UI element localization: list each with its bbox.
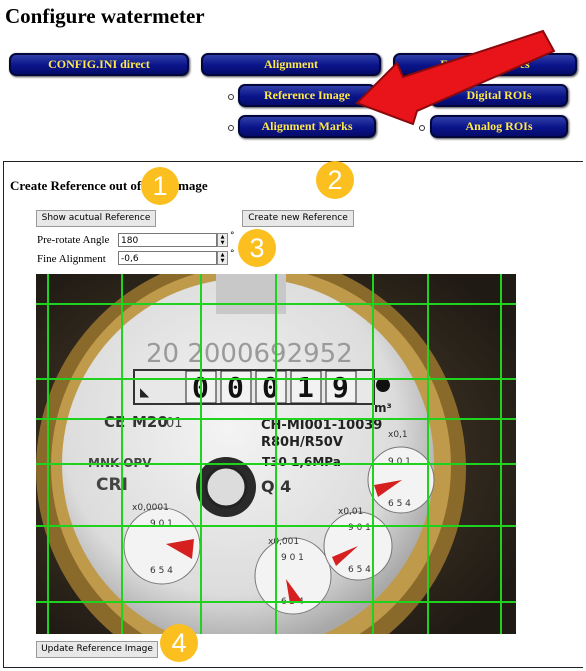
meter-temp-pressure: T30 1,6MPa bbox=[262, 455, 341, 469]
dial-label-0001: x0,0001 bbox=[132, 503, 169, 513]
step-badge-4: 4 bbox=[160, 624, 198, 662]
meter-model: CH-MI001-10039 bbox=[261, 418, 382, 433]
bullet-icon bbox=[228, 125, 234, 131]
counter-icon: ◣ bbox=[140, 385, 150, 399]
bullet-icon bbox=[419, 125, 425, 131]
step-badge-1: 1 bbox=[141, 167, 179, 205]
meter-unit: m³ bbox=[374, 401, 392, 415]
page-title: Configure watermeter bbox=[5, 4, 205, 28]
degree-symbol: ° bbox=[230, 231, 235, 241]
counter-digit-5: 9 bbox=[332, 371, 349, 404]
counter-digit-2: 0 bbox=[227, 371, 244, 404]
meter-size: M20 bbox=[132, 413, 168, 431]
create-reference-button[interactable]: Create new Reference bbox=[242, 210, 354, 227]
show-reference-button[interactable]: Show acutual Reference bbox=[36, 210, 156, 227]
meter-class: CRI bbox=[96, 475, 128, 495]
prerotate-label: Pre-rotate Angle bbox=[37, 234, 110, 246]
dial-digits-bottom: 6 5 4 bbox=[348, 565, 371, 575]
dial-digits-top: 9 0 1 bbox=[388, 457, 411, 467]
dial-label-1: x0,1 bbox=[388, 430, 408, 440]
meter-ratio: R80H/R50V bbox=[261, 435, 343, 450]
meter-serial: 20 2000692952 bbox=[146, 339, 353, 369]
fine-alignment-input[interactable]: -0,6 bbox=[118, 251, 217, 265]
dial-label-01: x0,01 bbox=[338, 507, 363, 517]
bullet-icon bbox=[228, 94, 234, 100]
counter-digit-4: 1 bbox=[297, 371, 314, 404]
reference-image[interactable]: 20 2000692952 ◣ 0 0 0 1 9 m³ CE M20 01 C… bbox=[36, 274, 516, 634]
counter-dot bbox=[376, 378, 390, 392]
dial-label-001: x0,001 bbox=[268, 537, 299, 547]
dial-digits-top: 9 0 1 bbox=[281, 553, 304, 563]
star-wheel-center bbox=[204, 465, 248, 509]
fine-alignment-spinner[interactable]: ▲ ▼ bbox=[217, 251, 228, 265]
prerotate-spinner[interactable]: ▲ ▼ bbox=[217, 233, 228, 247]
update-reference-button[interactable]: Update Reference Image bbox=[36, 641, 158, 658]
dial-digits-bottom: 6 5 4 bbox=[150, 566, 173, 576]
nav-config-ini-button[interactable]: CONFIG.INI direct bbox=[9, 53, 189, 76]
prerotate-input[interactable]: 180 bbox=[118, 233, 217, 247]
dial-digits-top: 9 0 1 bbox=[348, 523, 371, 533]
fine-alignment-label: Fine Alignment bbox=[37, 253, 106, 265]
nav-alignment-button[interactable]: Alignment bbox=[201, 53, 381, 76]
step-badge-3: 3 bbox=[238, 229, 276, 267]
degree-symbol: ° bbox=[230, 249, 235, 259]
step-badge-2: 2 bbox=[316, 161, 354, 199]
red-arrow-icon bbox=[355, 29, 556, 125]
dial-digits-top: 9 0 1 bbox=[150, 519, 173, 529]
dial-digits-bottom: 6 5 4 bbox=[388, 499, 411, 509]
